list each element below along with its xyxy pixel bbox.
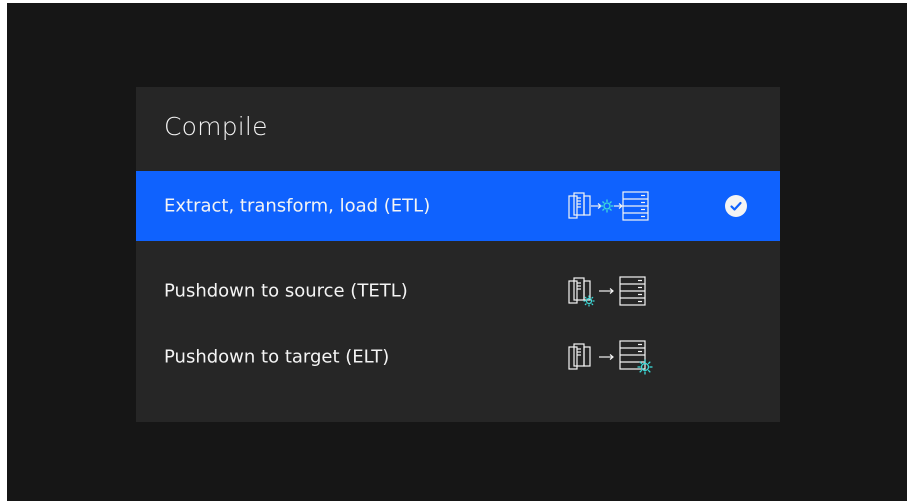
option-tetl[interactable]: Pushdown to source (TETL): [136, 256, 780, 326]
source-gear-target-icon: [568, 191, 649, 221]
option-label: Pushdown to source (TETL): [164, 280, 408, 302]
dialog-title: Compile: [164, 112, 268, 141]
option-etl[interactable]: Extract, transform, load (ETL): [136, 171, 780, 241]
screen-frame: Compile Extract, transform, load (ETL) P…: [0, 0, 911, 504]
source-with-gear-to-target-icon: [568, 276, 646, 307]
option-elt[interactable]: Pushdown to target (ELT): [136, 322, 780, 392]
option-label: Extract, transform, load (ETL): [164, 195, 431, 217]
source-to-target-with-gear-icon: [568, 340, 653, 375]
option-label: Pushdown to target (ELT): [164, 346, 390, 368]
checkmark-icon: [725, 195, 747, 217]
